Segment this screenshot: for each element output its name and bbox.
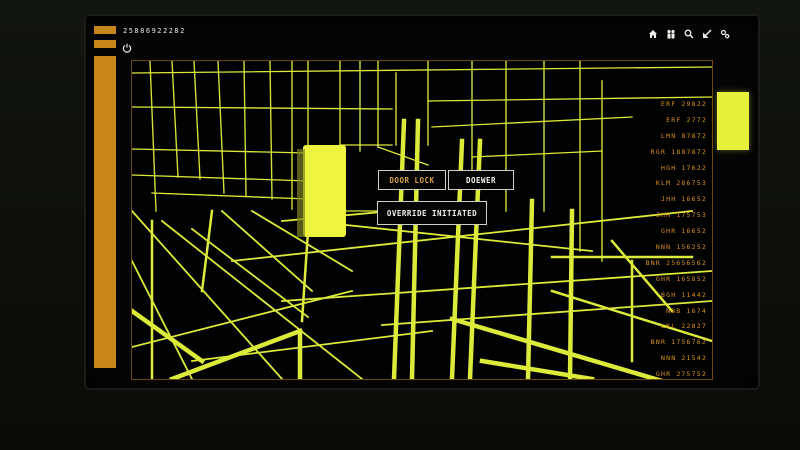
door-lock-button[interactable]: DOOR LOCK — [378, 170, 446, 190]
home-icon[interactable] — [647, 28, 658, 39]
arrow-icon[interactable] — [701, 28, 712, 39]
override-status: OVERRIDE INITIATED — [377, 201, 487, 225]
readout-row: ERF 2772 — [666, 115, 707, 124]
toolbar — [647, 28, 730, 39]
readout-row: JHH 16652 — [660, 195, 707, 204]
readout-row: BNR 1756762 — [650, 338, 707, 347]
readout-row: LMN 87872 — [660, 131, 707, 140]
readout-row: GHR 16652 — [660, 227, 707, 236]
status-bar-top — [94, 26, 116, 34]
readout-row: NNN 156252 — [655, 243, 707, 252]
readout-row: ERF 29822 — [660, 100, 707, 108]
doewer-button[interactable]: DOEWER — [448, 170, 514, 190]
wireframe-viewport: DOOR LOCK DOEWER OVERRIDE INITIATED ERF … — [131, 60, 713, 380]
readout-row: NBB 1674 — [666, 306, 707, 315]
readout-row: RGR 1887872 — [650, 147, 707, 156]
users-icon[interactable] — [665, 28, 676, 39]
readout-row: BNR 25656562 — [645, 258, 707, 267]
readout-row: GHR 275752 — [655, 370, 707, 379]
readout-row: HGH 17622 — [660, 163, 707, 172]
status-bar-second — [94, 40, 116, 48]
code-readout: 25886922282 — [123, 27, 186, 35]
status-indicator — [717, 92, 749, 150]
power-icon[interactable] — [122, 38, 132, 53]
readout-row: KLM 286753 — [655, 179, 707, 188]
readout-row: NNN 21542 — [660, 354, 707, 363]
door-panel — [303, 145, 346, 237]
readout-list: ERF 29822 ERF 2772 LMN 87872 RGR 1887872… — [627, 97, 712, 379]
readout-row: BGH 11442 — [660, 290, 707, 299]
readout-row: GHR 165852 — [655, 274, 707, 283]
readout-row: JHH 175753 — [655, 211, 707, 220]
hud-screen: 25886922282 DOOR LOCK DOEWER OVERRIDE IN… — [86, 16, 758, 388]
side-stripe — [94, 56, 116, 368]
settings-icon[interactable] — [719, 28, 730, 39]
search-icon[interactable] — [683, 28, 694, 39]
readout-row: LKL 22827 — [660, 322, 707, 331]
